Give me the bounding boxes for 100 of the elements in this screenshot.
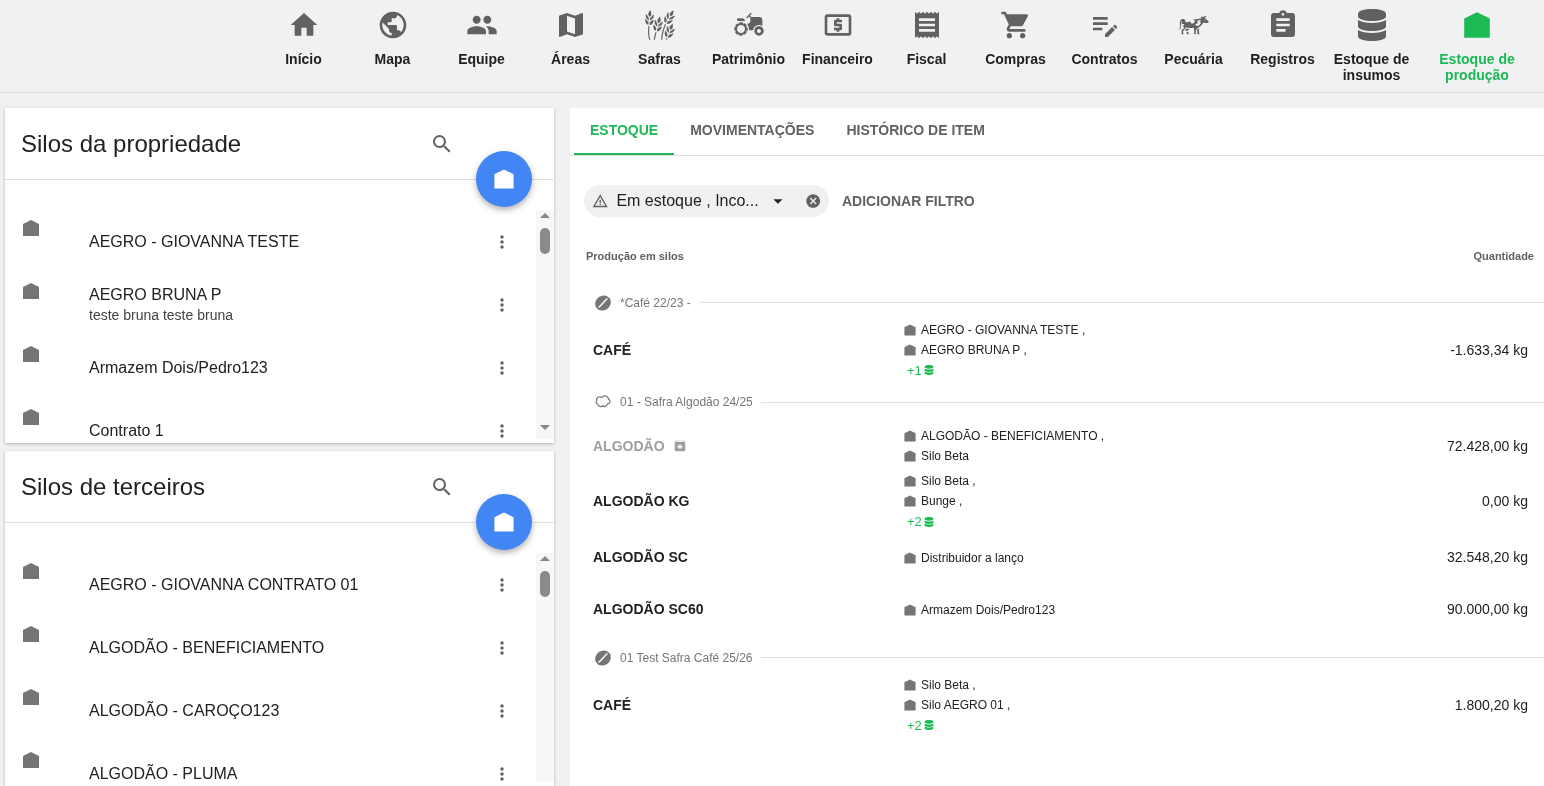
- nav-item[interactable]: Mapa: [348, 0, 437, 92]
- quantity: 90.000,00 kg: [1447, 600, 1528, 619]
- product-name: ALGODÃO SC60: [593, 600, 704, 619]
- coffee-bean-icon: [594, 293, 612, 312]
- filter-chip[interactable]: Em estoque , Inco...: [584, 185, 829, 217]
- database-icon: [923, 516, 934, 527]
- database-icon: [923, 365, 934, 376]
- silo-icon: [21, 218, 41, 238]
- silo-icon: [21, 624, 41, 644]
- quantity: 72.428,00 kg: [1447, 436, 1528, 456]
- panel-title: Silos de terceiros: [21, 471, 207, 502]
- silo-name: AEGRO - GIOVANNA TESTE: [89, 231, 301, 252]
- silo-label: Silo Beta ,: [921, 676, 976, 694]
- quantity: 32.548,20 kg: [1447, 548, 1528, 567]
- silo-label: Silo Beta: [921, 448, 970, 465]
- silo-list-item[interactable]: AEGRO - GIOVANNA TESTE: [5, 210, 536, 273]
- quantity: -1.633,34 kg: [1450, 340, 1528, 360]
- crop-season-title: 01 Test Safra Café 25/26: [620, 649, 753, 667]
- silo-list-item[interactable]: Contrato 1: [5, 399, 536, 443]
- panel-title: Silos da propriedade: [21, 128, 243, 159]
- silo-list-item[interactable]: Armazem Dois/Pedro123: [5, 336, 536, 399]
- silo-icon: [21, 687, 41, 707]
- silo-label: AEGRO BRUNA P ,: [921, 341, 1027, 359]
- filter-value: Em estoque , Inco...: [616, 191, 759, 211]
- silo-list-item[interactable]: AEGRO - GIOVANNA CONTRATO 01: [5, 553, 536, 616]
- silo-name: Armazem Dois/Pedro123: [89, 357, 269, 378]
- add-filter-button[interactable]: ADICIONAR FILTRO: [842, 190, 975, 212]
- silo-name: ALGODÃO - BENEFICIAMENTO: [89, 637, 326, 658]
- silo-label: AEGRO - GIOVANNA TESTE ,: [921, 321, 1086, 339]
- tab[interactable]: MOVIMENTAÇÕES: [674, 108, 831, 155]
- nav-item[interactable]: Contratos: [1060, 0, 1149, 92]
- wheat-icon: [643, 9, 676, 41]
- stock-row[interactable]: ALGODÃO KG Silo Beta , Bunge , +2 0,00 kg: [570, 472, 1544, 532]
- silo-icon: [903, 677, 917, 692]
- silo-list-item[interactable]: ALGODÃO - PLUMA: [5, 742, 536, 786]
- add-silo-button[interactable]: [476, 151, 532, 207]
- stock-row[interactable]: CAFÉ AEGRO - GIOVANNA TESTE , AEGRO BRUNA P , +1 -1.633,34 kg: [570, 320, 1544, 380]
- silo-icon: [903, 494, 917, 508]
- archive-icon: [672, 439, 687, 453]
- silo-name: Contrato 1: [89, 420, 165, 441]
- silo-list-item[interactable]: ALGODÃO - CAROÇO123: [5, 679, 536, 742]
- silo-list-item[interactable]: AEGRO BRUNA P teste bruna teste bruna: [5, 273, 536, 336]
- silo-name: AEGRO BRUNA P: [89, 284, 223, 305]
- silo-icon: [21, 281, 41, 301]
- nav-item[interactable]: Início: [259, 0, 348, 92]
- silo-label: Bunge ,: [921, 493, 963, 510]
- crop-season-title: 01 - Safra Algodão 24/25: [620, 394, 753, 411]
- scrollbar[interactable]: [536, 210, 554, 439]
- database-icon: [923, 720, 934, 731]
- nav-item[interactable]: Patrimônio: [704, 0, 793, 92]
- silo-name: AEGRO - GIOVANNA CONTRATO 01: [89, 574, 360, 595]
- coffee-bean-icon: [594, 648, 612, 667]
- add-silo-button[interactable]: [476, 494, 532, 550]
- silo-description: teste bruna teste bruna: [89, 305, 234, 325]
- silo-label: Silo AEGRO 01 ,: [921, 696, 1011, 714]
- scrollbar-thumb[interactable]: [540, 228, 550, 254]
- silo-icon: [21, 750, 41, 770]
- crop-season-title: *Café 22/23 -: [620, 294, 691, 312]
- stock-row[interactable]: ALGODÃO SC60 Armazem Dois/Pedro123 90.000,00 kg: [570, 583, 1544, 636]
- silo-name: ALGODÃO - PLUMA: [89, 763, 239, 784]
- silo-icon: [492, 167, 516, 191]
- stock-row[interactable]: ALGODÃO ALGODÃO - BENEFICIAMENTO , Silo Beta 72.428,00 kg: [570, 420, 1544, 472]
- nav-item[interactable]: Safras: [615, 0, 704, 92]
- quantity: 1.800,20 kg: [1454, 695, 1528, 715]
- nav-item[interactable]: Compras: [971, 0, 1060, 92]
- silo-icon: [21, 407, 41, 427]
- product-name: ALGODÃO KG: [593, 492, 690, 512]
- silo-icon: [903, 550, 917, 565]
- nav-item[interactable]: Pecuária: [1149, 0, 1238, 92]
- nav-item[interactable]: Áreas: [526, 0, 615, 92]
- nav-item[interactable]: Registros: [1238, 0, 1327, 92]
- product-name: ALGODÃO: [593, 436, 665, 456]
- silo-icon: [903, 322, 917, 337]
- stock-row[interactable]: ALGODÃO SC Distribuidor a lanço 32.548,20 kg: [570, 531, 1544, 584]
- silo-icon: [1461, 9, 1493, 41]
- silo-icon: [21, 344, 41, 364]
- silo-list-item[interactable]: ALGODÃO - BENEFICIAMENTO: [5, 616, 536, 679]
- silo-label: ALGODÃO - BENEFICIAMENTO ,: [921, 428, 1105, 445]
- scrollbar[interactable]: [536, 553, 554, 782]
- warning-icon: [592, 192, 609, 210]
- silo-icon: [903, 449, 917, 463]
- silo-label: Silo Beta ,: [921, 473, 976, 490]
- product-name: ALGODÃO SC: [593, 548, 688, 567]
- silo-icon: [492, 510, 516, 534]
- silo-label: Armazem Dois/Pedro123: [921, 601, 1056, 619]
- nav-item[interactable]: Fiscal: [882, 0, 971, 92]
- silo-icon: [21, 561, 41, 581]
- silo-label: Distribuidor a lanço: [921, 549, 1024, 567]
- tab[interactable]: HISTÓRICO DE ITEM: [830, 108, 1001, 155]
- clear-icon[interactable]: [804, 192, 821, 210]
- column-header: Quantidade: [1473, 249, 1534, 264]
- stock-row[interactable]: CAFÉ Silo Beta , Silo AEGRO 01 , +2 1.800,20 kg: [570, 675, 1544, 735]
- silo-icon: [903, 474, 917, 488]
- silo-name: ALGODÃO - CAROÇO123: [89, 700, 281, 721]
- nav-item[interactable]: Estoque de insumos: [1327, 0, 1416, 92]
- product-name: CAFÉ: [593, 340, 632, 360]
- column-header: Produção em silos: [586, 249, 684, 264]
- scrollbar-thumb[interactable]: [540, 571, 550, 597]
- nav-item[interactable]: Financeiro: [793, 0, 882, 92]
- nav-item[interactable]: Equipe: [437, 0, 526, 92]
